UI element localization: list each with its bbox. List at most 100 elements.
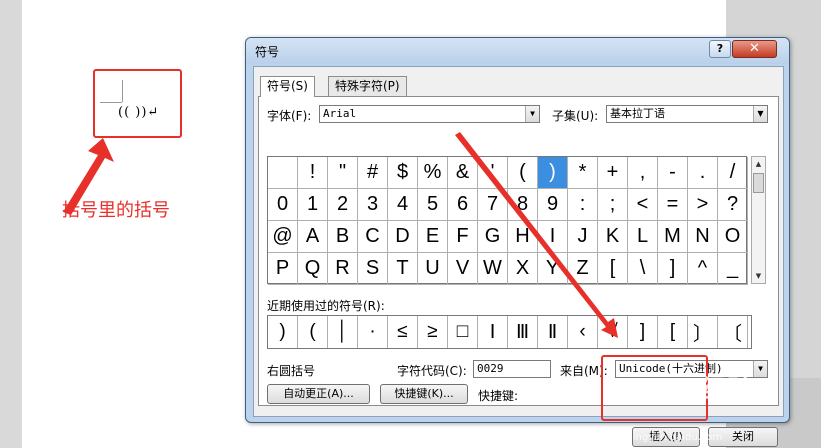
recent-symbol-cell[interactable]: Ⅰ [478, 316, 508, 348]
symbol-cell[interactable]: D [388, 221, 418, 253]
symbol-cell[interactable]: / [718, 157, 748, 189]
recent-symbol-cell[interactable]: │ [328, 316, 358, 348]
symbol-cell[interactable]: & [448, 157, 478, 189]
symbol-cell[interactable]: 2 [328, 189, 358, 221]
recent-symbol-cell[interactable]: ) [268, 316, 298, 348]
recent-symbol-cell[interactable]: Ⅲ [508, 316, 538, 348]
symbol-cell[interactable]: U [418, 253, 448, 285]
symbol-cell[interactable]: ] [658, 253, 688, 285]
subset-select[interactable]: 基本拉丁语 ▼ [606, 105, 768, 123]
recent-symbol-cell[interactable]: ≤ [388, 316, 418, 348]
symbol-cell[interactable]: R [328, 253, 358, 285]
symbol-cell[interactable]: 9 [538, 189, 568, 221]
symbol-cell[interactable]: \ [628, 253, 658, 285]
help-button[interactable]: ? [709, 40, 731, 58]
symbol-cell[interactable]: L [628, 221, 658, 253]
symbol-cell[interactable]: Q [298, 253, 328, 285]
symbol-cell[interactable]: + [598, 157, 628, 189]
symbol-cell[interactable]: K [598, 221, 628, 253]
symbol-cell[interactable]: 5 [418, 189, 448, 221]
scrollbar-thumb[interactable] [753, 173, 764, 193]
symbol-cell[interactable]: ^ [688, 253, 718, 285]
recent-symbol-cell[interactable]: 〕 [688, 316, 718, 348]
recent-symbol-cell[interactable]: ‹ [568, 316, 598, 348]
symbol-cell[interactable]: 8 [508, 189, 538, 221]
chevron-down-icon[interactable]: ▼ [753, 106, 767, 122]
symbol-cell[interactable]: E [418, 221, 448, 253]
symbol-cell[interactable]: A [298, 221, 328, 253]
symbol-cell[interactable]: P [268, 253, 298, 285]
scroll-up-icon[interactable]: ▲ [752, 157, 765, 171]
font-select[interactable]: Arial ▼ [319, 105, 540, 123]
symbol-cell[interactable]: 1 [298, 189, 328, 221]
symbol-cell[interactable]: * [568, 157, 598, 189]
symbol-cell[interactable]: B [328, 221, 358, 253]
close-button[interactable]: ✕ [732, 40, 777, 58]
symbol-cell[interactable]: S [358, 253, 388, 285]
symbol-cell[interactable]: 3 [358, 189, 388, 221]
symbol-cell[interactable]: ; [598, 189, 628, 221]
dialog-titlebar[interactable]: 符号 ? ✕ [246, 38, 789, 64]
symbol-cell[interactable]: 4 [388, 189, 418, 221]
symbol-cell[interactable]: % [418, 157, 448, 189]
recent-symbol-cell[interactable]: ] [628, 316, 658, 348]
symbol-cell[interactable]: H [508, 221, 538, 253]
char-code-field[interactable]: 0029 [473, 360, 551, 378]
symbol-cell[interactable]: T [388, 253, 418, 285]
symbol-cell[interactable]: # [358, 157, 388, 189]
tab-symbols[interactable]: 符号(S) [260, 76, 315, 97]
symbol-cell[interactable]: X [508, 253, 538, 285]
recent-symbol-cell[interactable]: [ [658, 316, 688, 348]
symbol-cell[interactable]: V [448, 253, 478, 285]
symbol-cell[interactable]: , [628, 157, 658, 189]
recent-symbol-cell[interactable]: √ [598, 316, 628, 348]
symbol-grid-scrollbar[interactable]: ▲ ▼ [751, 156, 766, 284]
symbol-cell[interactable]: N [688, 221, 718, 253]
symbol-grid[interactable]: ! " # $% & '() * +, -./ 0 1 2 3 4 5 6 7 8 9:; < = >? @ A B C D E F G H… [267, 156, 748, 285]
recent-symbols-list[interactable]: )(│ · ≤ ≥ □ Ⅰ Ⅲ Ⅱ ‹ √][〕〔 [267, 315, 752, 349]
symbol-cell[interactable]: : [568, 189, 598, 221]
symbol-cell[interactable]: M [658, 221, 688, 253]
symbol-cell[interactable]: Y [538, 253, 568, 285]
recent-symbol-cell[interactable]: · [358, 316, 388, 348]
symbol-cell[interactable]: ? [718, 189, 748, 221]
symbol-cell[interactable]: 7 [478, 189, 508, 221]
autocorrect-button[interactable]: 自动更正(A)... [267, 384, 370, 404]
symbol-cell[interactable]: ) [538, 157, 568, 189]
annotation-label: 括号里的括号 [62, 200, 170, 221]
symbol-cell[interactable]: C [358, 221, 388, 253]
symbol-cell[interactable]: $ [388, 157, 418, 189]
symbol-cell[interactable]: " [328, 157, 358, 189]
tab-special-characters[interactable]: 特殊字符(P) [328, 76, 407, 96]
shortcut-key-button[interactable]: 快捷键(K)... [380, 384, 468, 404]
recent-symbol-cell[interactable]: ≥ [418, 316, 448, 348]
symbol-cell[interactable]: J [568, 221, 598, 253]
symbol-cell[interactable]: @ [268, 221, 298, 253]
scroll-down-icon[interactable]: ▼ [752, 269, 765, 283]
symbol-cell[interactable]: W [478, 253, 508, 285]
symbol-cell[interactable]: - [658, 157, 688, 189]
symbol-cell[interactable]: _ [718, 253, 748, 285]
symbol-cell[interactable]: < [628, 189, 658, 221]
symbol-cell[interactable]: ' [478, 157, 508, 189]
recent-symbol-cell[interactable]: □ [448, 316, 478, 348]
chevron-down-icon[interactable]: ▼ [753, 361, 767, 377]
symbol-cell[interactable]: > [688, 189, 718, 221]
symbol-cell[interactable]: Z [568, 253, 598, 285]
symbol-cell[interactable]: [ [598, 253, 628, 285]
symbol-cell[interactable]: O [718, 221, 748, 253]
recent-symbol-cell[interactable]: Ⅱ [538, 316, 568, 348]
symbol-cell[interactable]: G [478, 221, 508, 253]
symbol-cell[interactable]: ( [508, 157, 538, 189]
symbol-cell[interactable]: F [448, 221, 478, 253]
symbol-cell[interactable]: ! [298, 157, 328, 189]
symbol-cell[interactable]: 0 [268, 189, 298, 221]
recent-symbol-cell[interactable]: 〔 [718, 316, 748, 348]
symbol-cell[interactable]: I [538, 221, 568, 253]
symbol-cell[interactable] [268, 157, 298, 189]
symbol-cell[interactable]: 6 [448, 189, 478, 221]
recent-symbol-cell[interactable]: ( [298, 316, 328, 348]
symbol-cell[interactable]: = [658, 189, 688, 221]
symbol-cell[interactable]: . [688, 157, 718, 189]
chevron-down-icon[interactable]: ▼ [525, 106, 539, 122]
